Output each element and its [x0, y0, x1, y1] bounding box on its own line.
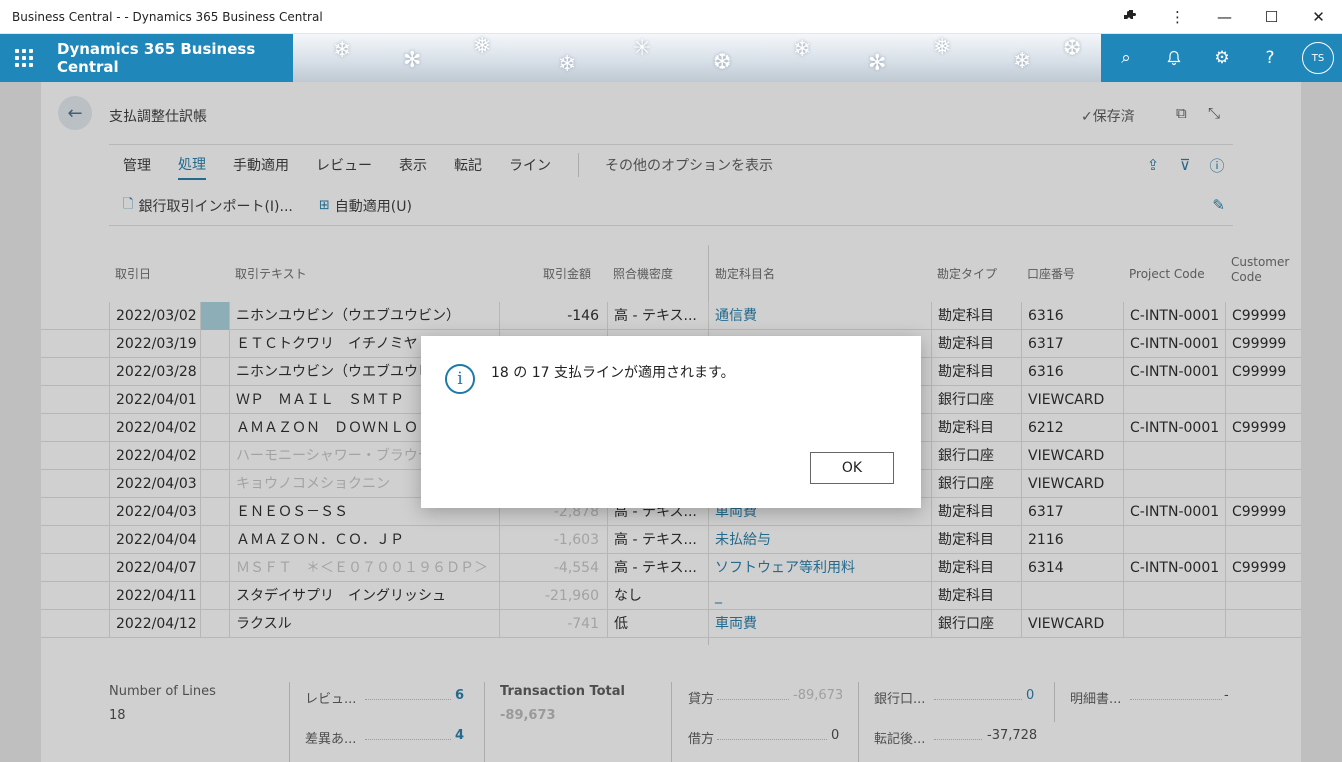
more-options-icon[interactable]: ⋮ — [1154, 0, 1201, 34]
header-banner-image: ❄ ✻ ❅ ❄ ✳ ❆ ❄ ✻ ❅ ❄ ❆ — [293, 34, 1101, 82]
search-icon[interactable]: ⌕ — [1102, 34, 1150, 82]
maximize-button[interactable]: ☐ — [1248, 0, 1295, 34]
app-header: Dynamics 365 Business Central ❄ ✻ ❅ ❄ ✳ … — [0, 34, 1342, 82]
header-actions: ⌕ ⚙ ? TS — [1102, 34, 1342, 82]
avatar[interactable]: TS — [1302, 42, 1334, 74]
info-icon: i — [445, 364, 475, 394]
window-title: Business Central - - Dynamics 365 Busine… — [12, 9, 323, 24]
app-launcher-icon[interactable] — [0, 34, 48, 82]
brand-name[interactable]: Dynamics 365 Business Central — [48, 40, 293, 76]
bell-icon[interactable] — [1150, 34, 1198, 82]
ok-button[interactable]: OK — [810, 452, 894, 484]
minimize-button[interactable]: — — [1201, 0, 1248, 34]
dialog-message: 18 の 17 支払ラインが適用されます。 — [491, 365, 735, 381]
gear-icon[interactable]: ⚙ — [1198, 34, 1246, 82]
window-title-bar: Business Central - - Dynamics 365 Busine… — [0, 0, 1342, 34]
info-dialog: i 18 の 17 支払ラインが適用されます。 OK — [421, 336, 921, 508]
close-button[interactable]: ✕ — [1295, 0, 1342, 34]
puzzle-icon[interactable] — [1107, 0, 1154, 34]
help-icon[interactable]: ? — [1246, 34, 1294, 82]
